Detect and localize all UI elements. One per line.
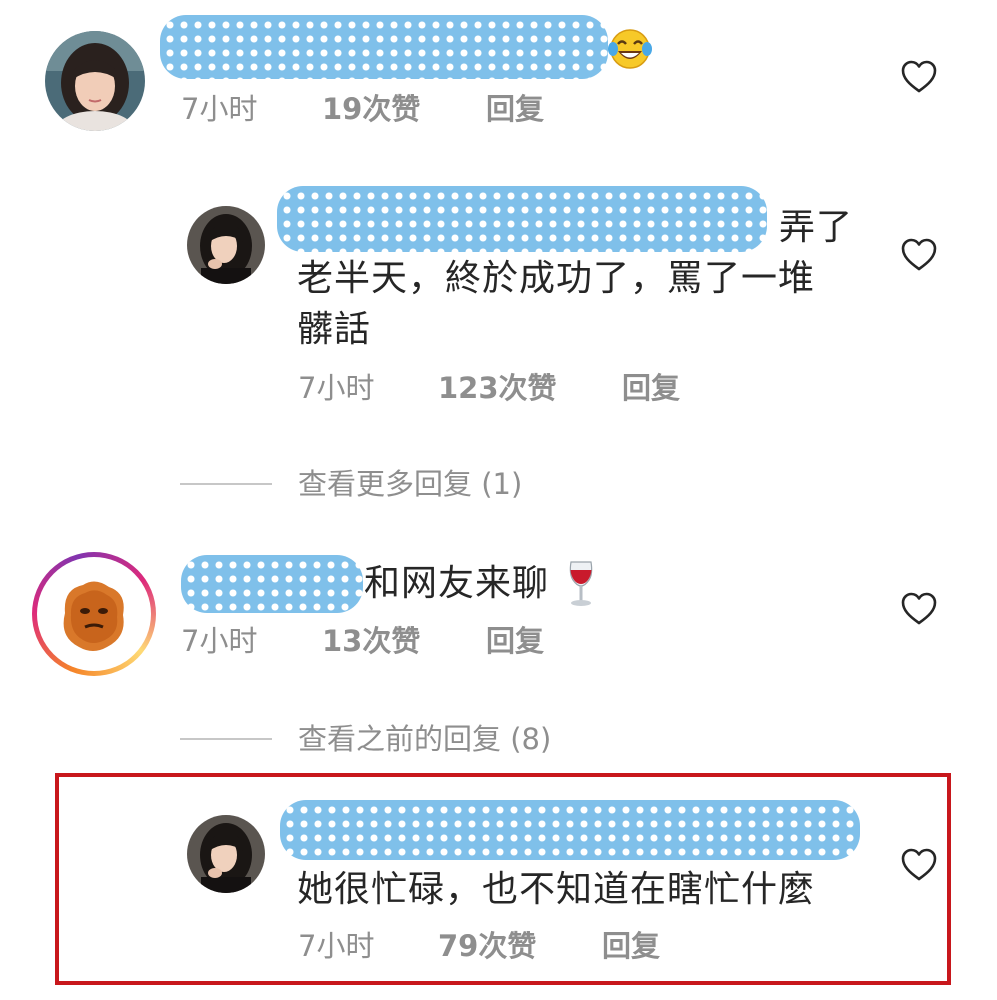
reply-text-line: 她很忙碌，也不知道在瞎忙什麼 [297, 869, 816, 910]
reply-button[interactable]: 回复 [486, 95, 544, 124]
view-more-replies[interactable]: 查看更多回复 (1) [180, 466, 560, 502]
reply-button[interactable]: 回复 [486, 627, 544, 656]
commenter-avatar-2[interactable] [32, 552, 156, 676]
laughing-tears-emoji [607, 27, 653, 71]
like-heart-icon[interactable] [901, 60, 937, 94]
like-count[interactable]: 79次赞 [438, 932, 536, 961]
redacted-username-2[interactable] [277, 186, 767, 252]
replier-avatar-1[interactable] [187, 206, 265, 284]
replier-avatar-2[interactable] [187, 815, 265, 893]
comment-time: 7小时 [181, 624, 258, 658]
divider-line [180, 738, 272, 740]
view-previous-replies[interactable]: 查看之前的回复 (8) [180, 721, 600, 757]
reply-text-line: 老半天，終於成功了，罵了一堆 [297, 258, 816, 299]
comment-text-line: 和网友来聊 [364, 563, 550, 604]
redacted-username-1[interactable] [160, 15, 608, 79]
comment-time: 7小时 [298, 929, 375, 963]
comment-time: 7小时 [181, 92, 258, 126]
view-previous-replies-label[interactable]: 查看之前的回复 (8) [298, 721, 551, 757]
like-heart-icon[interactable] [901, 848, 937, 882]
like-heart-icon[interactable] [901, 238, 937, 272]
reply-button[interactable]: 回复 [602, 932, 660, 961]
divider-line [180, 483, 272, 485]
like-count[interactable]: 19次赞 [322, 95, 420, 124]
like-count[interactable]: 13次赞 [322, 627, 420, 656]
reply-button[interactable]: 回复 [622, 374, 680, 403]
like-count[interactable]: 123次赞 [438, 374, 557, 403]
commenter-avatar-1[interactable] [45, 31, 145, 131]
redacted-username-3[interactable] [181, 555, 363, 613]
reply-text-line: 髒話 [297, 309, 372, 350]
comment-time: 7小时 [298, 371, 375, 405]
wine-glass-emoji [564, 560, 598, 608]
reply-text-line: 弄了 [779, 207, 854, 248]
redacted-username-4[interactable] [280, 800, 860, 860]
like-heart-icon[interactable] [901, 592, 937, 626]
view-more-replies-label[interactable]: 查看更多回复 (1) [298, 466, 522, 502]
